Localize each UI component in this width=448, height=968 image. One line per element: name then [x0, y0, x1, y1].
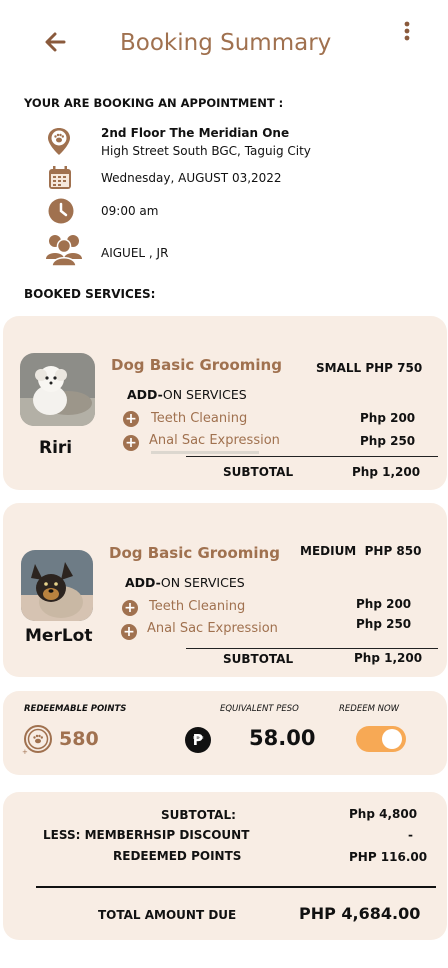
add-addon-button[interactable]: + — [121, 624, 137, 640]
total-amount-label: TOTAL AMOUNT DUE — [98, 908, 237, 922]
service-size-price: SMALL PHP 750 — [316, 361, 423, 375]
total-amount-value: PHP 4,684.00 — [299, 904, 421, 923]
addon-price: Php 250 — [360, 434, 416, 448]
subtotal-divider — [186, 456, 438, 457]
summary-card: SUBTOTAL: Php 4,800 LESS: MEMBERHSIP DIS… — [3, 792, 447, 940]
points-coin-icon: + — [22, 725, 52, 756]
addon-heading-rest: ON SERVICES — [162, 387, 247, 402]
subtotal-value: Php 1,200 — [354, 651, 423, 665]
addon-heading-bold: ADD- — [125, 575, 161, 590]
location-line1: 2nd Floor The Meridian One — [101, 126, 290, 140]
location-paw-icon — [48, 128, 70, 155]
redeemable-points-label: REDEEMABLE POINTS — [24, 704, 127, 714]
addon-label: Teeth Cleaning — [151, 411, 248, 426]
points-value: 580 — [59, 728, 99, 750]
more-menu-button[interactable] — [396, 20, 418, 44]
page-title: Booking Summary — [120, 30, 332, 56]
addon-label: Anal Sac Expression — [147, 621, 278, 636]
addon-heading: ADD-ON SERVICES — [127, 387, 247, 402]
addon-heading-bold: ADD- — [127, 387, 163, 402]
membership-discount-label: LESS: MEMBERHSIP DISCOUNT — [43, 828, 250, 842]
addon-price: Php 250 — [356, 617, 412, 631]
pet-service-card: Riri Dog Basic Grooming SMALL PHP 750 AD… — [3, 316, 447, 490]
service-name: Dog Basic Grooming — [109, 544, 280, 562]
subtotal-value: Php 1,200 — [352, 465, 421, 479]
addon-label: Anal Sac Expression — [149, 433, 280, 448]
membership-discount-value: - — [408, 828, 413, 842]
addon-price: Php 200 — [360, 411, 416, 425]
more-vertical-icon — [404, 21, 410, 41]
summary-subtotal-label: SUBTOTAL: — [161, 808, 236, 822]
redeemed-points-value: PHP 116.00 — [349, 850, 428, 864]
appointment-time: 09:00 am — [101, 204, 159, 218]
pet-name: Riri — [39, 438, 73, 458]
pet-name: MerLot — [25, 626, 93, 646]
pet-photo-riri — [20, 353, 95, 426]
redeem-toggle[interactable] — [356, 726, 406, 752]
pet-photo-merlot — [21, 550, 93, 621]
equivalent-peso-value: 58.00 — [249, 726, 316, 750]
service-size-price: MEDIUM PHP 850 — [300, 544, 422, 558]
total-divider — [36, 886, 436, 888]
redeem-now-label: REDEEM NOW — [339, 704, 400, 714]
clock-icon — [48, 198, 74, 224]
subtotal-label: SUBTOTAL — [223, 465, 294, 479]
subtotal-divider — [186, 648, 438, 649]
location-line2: High Street South BGC, Taguig City — [101, 144, 311, 158]
calendar-icon — [49, 166, 71, 189]
addon-heading: ADD-ON SERVICES — [125, 575, 245, 590]
addon-label: Teeth Cleaning — [149, 599, 246, 614]
peso-icon: ₱ — [185, 727, 211, 753]
addon-heading-rest: ON SERVICES — [160, 575, 245, 590]
equivalent-peso-label: EQUIVALENT PESO — [220, 704, 299, 714]
points-card: REDEEMABLE POINTS + 580 ₱ EQUIVALENT PES… — [3, 691, 447, 775]
add-addon-button[interactable]: + — [123, 435, 139, 451]
back-button[interactable] — [40, 28, 70, 58]
people-icon — [46, 235, 82, 267]
service-name: Dog Basic Grooming — [111, 356, 282, 374]
booked-services-heading: BOOKED SERVICES: — [24, 287, 156, 301]
add-addon-button[interactable]: + — [122, 600, 138, 616]
scroll-indicator — [151, 451, 259, 454]
pet-service-card: MerLot Dog Basic Grooming MEDIUM PHP 850… — [3, 503, 447, 677]
appointment-date: Wednesday, AUGUST 03,2022 — [101, 171, 282, 185]
subtotal-label: SUBTOTAL — [223, 652, 294, 666]
svg-text:+: + — [22, 748, 28, 756]
add-addon-button[interactable]: + — [123, 411, 139, 427]
addon-price: Php 200 — [356, 597, 412, 611]
redeemed-points-label: REDEEMED POINTS — [113, 849, 242, 863]
summary-subtotal-value: Php 4,800 — [349, 807, 418, 821]
toggle-knob — [382, 729, 402, 749]
arrow-left-icon — [45, 32, 66, 52]
groomer-name: AIGUEL , JR — [101, 246, 169, 260]
appointment-heading: YOUR ARE BOOKING AN APPOINTMENT : — [24, 96, 284, 110]
